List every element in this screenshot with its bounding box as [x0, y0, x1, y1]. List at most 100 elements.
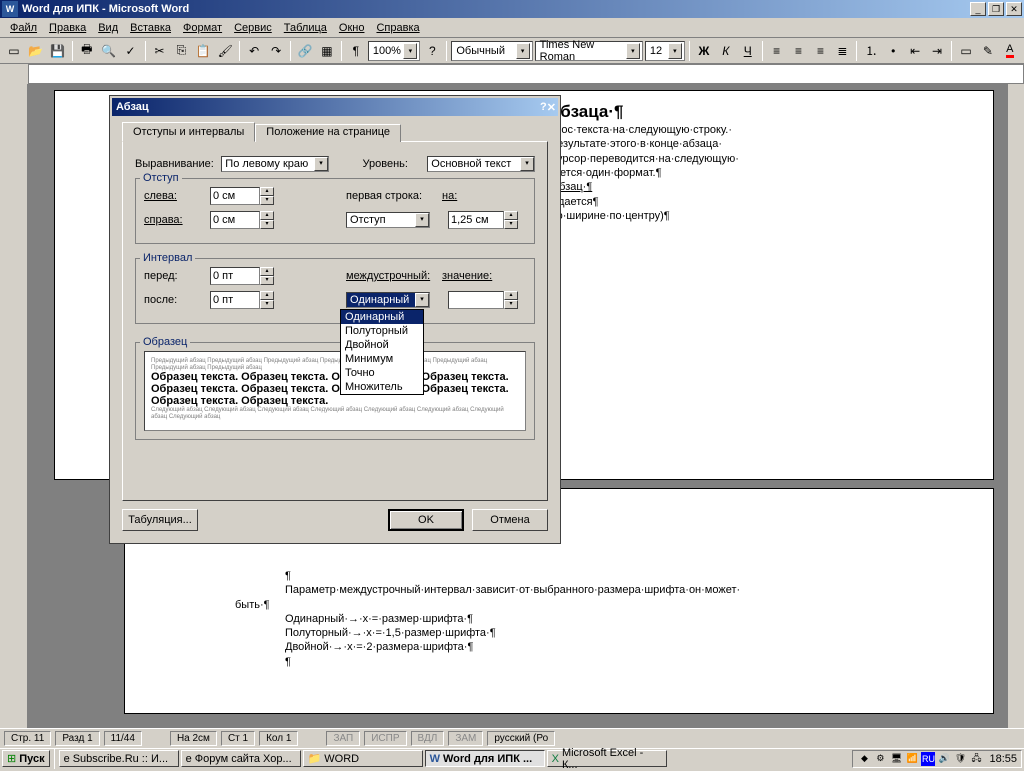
outdent-icon[interactable]: ⇤ — [905, 40, 925, 62]
close-button[interactable]: ✕ — [1006, 2, 1022, 16]
linespacing-dropdown[interactable]: Одинарный▾ — [346, 292, 430, 308]
highlight-icon[interactable]: ✎ — [978, 40, 998, 62]
ok-button[interactable]: OK — [388, 509, 464, 531]
menu-view[interactable]: Вид — [92, 20, 124, 36]
tray-icon[interactable]: 🔊 — [937, 752, 951, 766]
spin-up-icon[interactable]: ▴ — [504, 211, 518, 220]
align-right-icon[interactable]: ≡ — [811, 40, 831, 62]
dropdown-option[interactable]: Полуторный — [341, 324, 423, 338]
menu-edit[interactable]: Правка — [43, 20, 92, 36]
tab-line-page-breaks[interactable]: Положение на странице — [255, 124, 401, 142]
help-icon[interactable]: ? — [422, 40, 442, 62]
save-icon[interactable]: 💾 — [48, 40, 68, 62]
spin-up-icon[interactable]: ▴ — [260, 211, 274, 220]
hyperlink-icon[interactable]: 🔗 — [295, 40, 315, 62]
firstline-by-field[interactable]: ▴▾ — [448, 211, 518, 229]
italic-button[interactable]: К — [716, 40, 736, 62]
open-icon[interactable]: 📂 — [26, 40, 46, 62]
cancel-button[interactable]: Отмена — [472, 509, 548, 531]
taskbar-item[interactable]: eSubscribe.Ru :: И... — [59, 750, 179, 767]
tray-icon[interactable]: ◆ — [857, 752, 871, 766]
align-center-icon[interactable]: ≡ — [789, 40, 809, 62]
font-color-icon[interactable]: A — [1000, 40, 1020, 62]
align-left-icon[interactable]: ≡ — [767, 40, 787, 62]
dropdown-option[interactable]: Одинарный — [341, 310, 423, 324]
dialog-titlebar[interactable]: Абзац ? ✕ — [112, 98, 558, 116]
dropdown-option[interactable]: Точно — [341, 366, 423, 380]
language-indicator[interactable]: RU — [921, 752, 935, 766]
format-painter-icon[interactable]: 🖌 — [215, 40, 235, 62]
menu-insert[interactable]: Вставка — [124, 20, 177, 36]
preview-icon[interactable]: 🔍 — [99, 40, 119, 62]
show-formatting-icon[interactable]: ¶ — [346, 40, 366, 62]
menu-window[interactable]: Окно — [333, 20, 371, 36]
dropdown-option[interactable]: Множитель — [341, 380, 423, 394]
indent-icon[interactable]: ⇥ — [927, 40, 947, 62]
before-field[interactable]: ▴▾ — [210, 267, 274, 285]
spin-down-icon[interactable]: ▾ — [504, 220, 518, 229]
dialog-close-button[interactable]: ✕ — [547, 101, 556, 114]
start-button[interactable]: ⊞Пуск — [2, 750, 50, 767]
tray-icon[interactable]: 🖥 — [889, 752, 903, 766]
right-indent-field[interactable]: ▴▾ — [210, 211, 274, 229]
vertical-ruler[interactable] — [0, 84, 28, 728]
tray-icon[interactable]: 📶 — [905, 752, 919, 766]
bold-button[interactable]: Ж — [694, 40, 714, 62]
print-icon[interactable]: 🖶 — [77, 40, 97, 62]
tables-icon[interactable]: ▦ — [317, 40, 337, 62]
menu-help[interactable]: Справка — [370, 20, 425, 36]
tray-icon[interactable]: ⚙ — [873, 752, 887, 766]
horizontal-ruler[interactable] — [28, 64, 1024, 84]
redo-icon[interactable]: ↷ — [266, 40, 286, 62]
status-rec[interactable]: ЗАП — [326, 731, 360, 746]
tray-icon[interactable]: 🖧 — [969, 752, 983, 766]
zoom-combo[interactable]: 100%▾ — [368, 41, 421, 61]
tabs-button[interactable]: Табуляция... — [122, 509, 198, 531]
dropdown-option[interactable]: Двойной — [341, 338, 423, 352]
spin-down-icon[interactable]: ▾ — [260, 196, 274, 205]
spin-up-icon[interactable]: ▴ — [504, 291, 518, 300]
linespacing-at-field[interactable]: ▴▾ — [448, 291, 518, 309]
cut-icon[interactable]: ✂ — [150, 40, 170, 62]
spin-down-icon[interactable]: ▾ — [504, 300, 518, 309]
spin-down-icon[interactable]: ▾ — [260, 220, 274, 229]
borders-icon[interactable]: ▭ — [956, 40, 976, 62]
spin-up-icon[interactable]: ▴ — [260, 291, 274, 300]
taskbar-item[interactable]: XMicrosoft Excel - К... — [547, 750, 667, 767]
new-doc-icon[interactable]: ▭ — [4, 40, 24, 62]
menu-tools[interactable]: Сервис — [228, 20, 278, 36]
level-dropdown[interactable]: Основной текст▾ — [427, 156, 535, 172]
menu-table[interactable]: Таблица — [278, 20, 333, 36]
font-size-combo[interactable]: 12▾ — [645, 41, 685, 61]
font-combo[interactable]: Times New Roman▾ — [535, 41, 643, 61]
style-combo[interactable]: Обычный▾ — [451, 41, 532, 61]
menu-file[interactable]: Файл — [4, 20, 43, 36]
status-trk[interactable]: ИСПР — [364, 731, 406, 746]
status-lang[interactable]: русский (Ро — [487, 731, 555, 746]
minimize-button[interactable]: _ — [970, 2, 986, 16]
justify-icon[interactable]: ≣ — [832, 40, 852, 62]
status-ovr[interactable]: ЗАМ — [448, 731, 483, 746]
taskbar-item[interactable]: eФорум сайта Хор... — [181, 750, 301, 767]
firstline-dropdown[interactable]: Отступ▾ — [346, 212, 430, 228]
undo-icon[interactable]: ↶ — [244, 40, 264, 62]
clock[interactable]: 18:55 — [989, 753, 1017, 765]
underline-button[interactable]: Ч — [738, 40, 758, 62]
numbering-icon[interactable]: ⒈ — [861, 40, 881, 62]
spin-down-icon[interactable]: ▾ — [260, 300, 274, 309]
after-field[interactable]: ▴▾ — [210, 291, 274, 309]
left-indent-field[interactable]: ▴▾ — [210, 187, 274, 205]
spin-up-icon[interactable]: ▴ — [260, 187, 274, 196]
vertical-scrollbar[interactable] — [1008, 84, 1024, 728]
bullets-icon[interactable]: • — [883, 40, 903, 62]
paste-icon[interactable]: 📋 — [193, 40, 213, 62]
spin-down-icon[interactable]: ▾ — [260, 276, 274, 285]
dropdown-option[interactable]: Минимум — [341, 352, 423, 366]
menu-format[interactable]: Формат — [177, 20, 228, 36]
spin-up-icon[interactable]: ▴ — [260, 267, 274, 276]
linespacing-dropdown-list[interactable]: Одинарный Полуторный Двойной Минимум Точ… — [340, 309, 424, 395]
tab-indents-spacing[interactable]: Отступы и интервалы — [122, 122, 255, 142]
taskbar-item[interactable]: 📁WORD — [303, 750, 423, 767]
status-ext[interactable]: ВДЛ — [411, 731, 445, 746]
maximize-button[interactable]: ❐ — [988, 2, 1004, 16]
